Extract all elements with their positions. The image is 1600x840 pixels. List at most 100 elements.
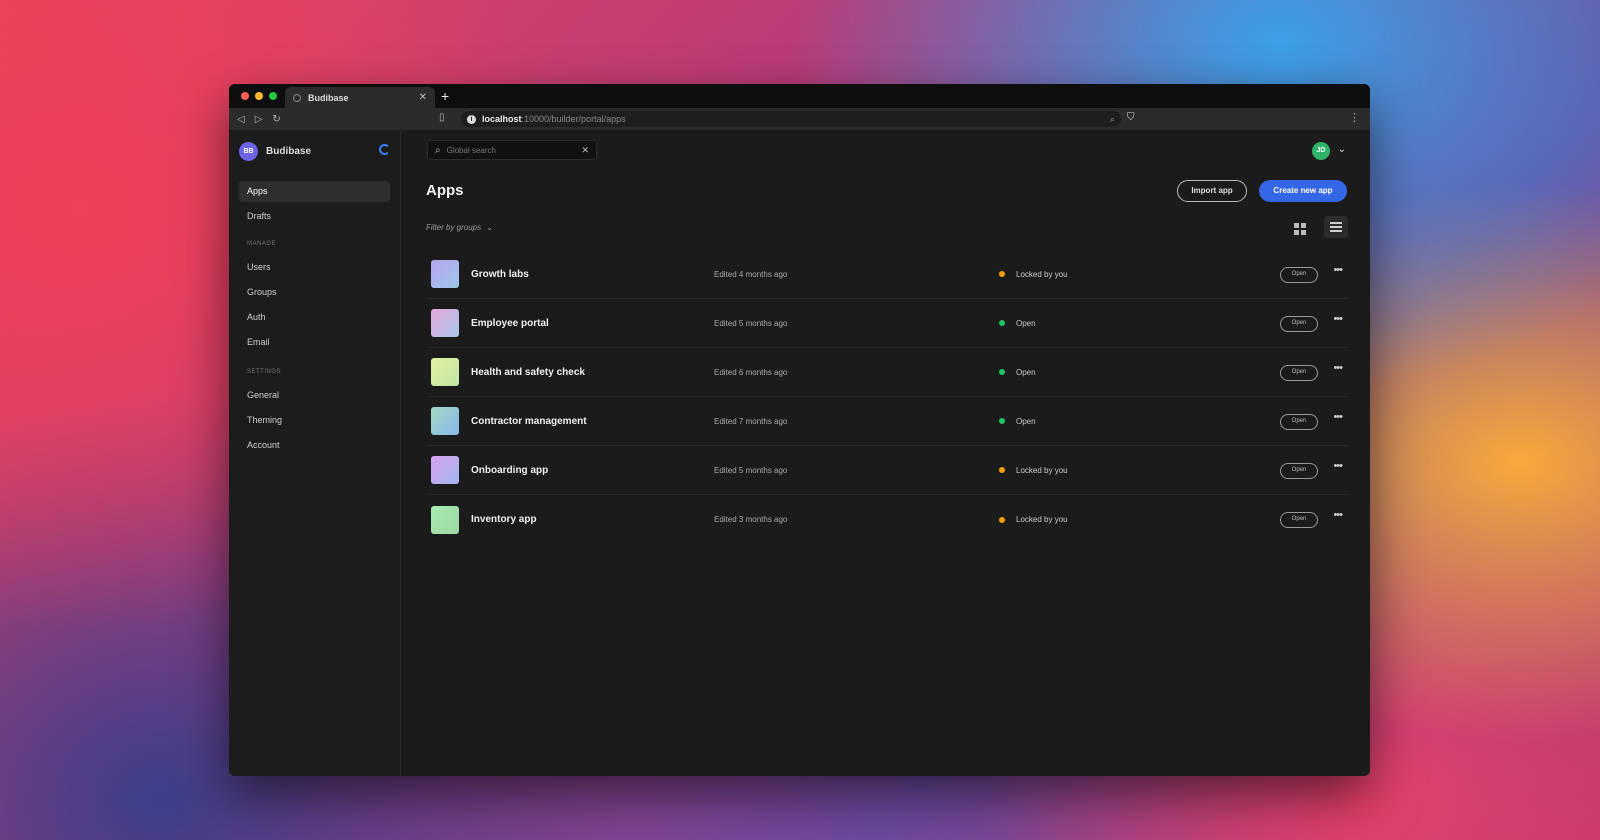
global-search: ⌕ ✕ bbox=[427, 140, 597, 160]
status-dot-icon bbox=[999, 320, 1005, 326]
budibase-app: BB Budibase Apps Drafts MANAGE Users Gro… bbox=[229, 130, 1370, 776]
minimize-window-button[interactable] bbox=[255, 92, 263, 100]
sidebar-item-email[interactable]: Email bbox=[239, 332, 390, 353]
app-edited-time: Edited 4 months ago bbox=[714, 269, 788, 279]
chevron-down-icon[interactable]: ⌄ bbox=[1338, 144, 1346, 155]
app-name[interactable]: Onboarding app bbox=[471, 465, 714, 476]
browser-tab[interactable]: Budibase ✕ bbox=[285, 87, 435, 108]
more-options-icon[interactable]: ••• bbox=[1333, 264, 1343, 276]
status-dot-icon bbox=[999, 516, 1005, 523]
section-label-settings: SETTINGS bbox=[247, 369, 282, 375]
open-app-button[interactable]: Open bbox=[1280, 316, 1318, 332]
app-name[interactable]: Health and safety check bbox=[471, 367, 714, 378]
sidebar-item-general[interactable]: General bbox=[239, 385, 390, 406]
app-status: Open bbox=[1016, 367, 1036, 377]
favicon-icon bbox=[293, 93, 301, 102]
more-options-icon[interactable]: ••• bbox=[1333, 411, 1343, 423]
close-tab-icon[interactable]: ✕ bbox=[419, 92, 427, 103]
app-edited-time: Edited 3 months ago bbox=[714, 515, 788, 524]
clear-search-icon[interactable]: ✕ bbox=[581, 145, 589, 156]
chevron-down-icon: ⌄ bbox=[486, 223, 493, 232]
site-info-icon[interactable]: i bbox=[467, 114, 476, 124]
app-name[interactable]: Growth labs bbox=[471, 269, 714, 280]
browser-toolbar: ◁ ▷ ↻ ▯ i localhost :10000/builder/porta… bbox=[229, 108, 1370, 130]
more-options-icon[interactable]: ••• bbox=[1333, 362, 1343, 374]
app-status: Open bbox=[1016, 416, 1036, 426]
open-app-button[interactable]: Open bbox=[1280, 512, 1318, 528]
tab-strip: Budibase ✕ + bbox=[229, 84, 1370, 108]
back-icon[interactable]: ◁ bbox=[237, 114, 245, 125]
address-bar[interactable]: i localhost :10000/builder/portal/apps ⌕ bbox=[461, 111, 1121, 127]
url-path: :10000/builder/portal/apps bbox=[521, 114, 626, 124]
app-row[interactable]: Onboarding app Edited 5 months ago Locked … bbox=[426, 446, 1348, 495]
app-status: Locked by you bbox=[1016, 465, 1068, 475]
app-thumbnail bbox=[431, 407, 459, 435]
app-thumbnail bbox=[431, 260, 459, 288]
app-name[interactable]: Inventory app bbox=[471, 514, 714, 525]
tab-title: Budibase bbox=[308, 92, 349, 103]
sidebar-item-theming[interactable]: Theming bbox=[239, 410, 390, 431]
app-name[interactable]: Employee portal bbox=[471, 318, 714, 329]
search-input[interactable] bbox=[446, 145, 582, 155]
bookmark-icon[interactable]: ▯ bbox=[439, 112, 445, 123]
filter-by-groups-dropdown[interactable]: Filter by groups ⌄ bbox=[426, 223, 493, 232]
section-label-manage: MANAGE bbox=[247, 241, 277, 247]
brand-avatar: BB bbox=[239, 142, 258, 161]
browser-window: Budibase ✕ + ◁ ▷ ↻ ▯ i localhost :10000/… bbox=[229, 84, 1370, 776]
status-dot-icon bbox=[999, 418, 1005, 424]
sidebar-item-account[interactable]: Account bbox=[239, 435, 390, 456]
open-app-button[interactable]: Open bbox=[1280, 267, 1318, 283]
app-name[interactable]: Contractor management bbox=[471, 416, 714, 427]
url-host: localhost bbox=[482, 114, 522, 124]
zoom-icon[interactable]: ⌕ bbox=[1110, 114, 1115, 125]
app-edited-time: Edited 5 months ago bbox=[714, 465, 788, 475]
user-avatar[interactable]: JD bbox=[1312, 142, 1330, 160]
search-icon: ⌕ bbox=[435, 144, 441, 156]
more-options-icon[interactable]: ••• bbox=[1333, 460, 1343, 472]
forward-icon[interactable]: ▷ bbox=[255, 114, 263, 125]
main-content: ⌕ ✕ JD ⌄ Apps Import app Create new app … bbox=[401, 130, 1370, 776]
app-row[interactable]: Growth labs Edited 4 months ago Locked by … bbox=[426, 250, 1348, 299]
app-row[interactable]: Contractor management Edited 7 months ago… bbox=[426, 397, 1348, 446]
app-edited-time: Edited 7 months ago bbox=[714, 416, 788, 426]
app-status: Locked by you bbox=[1016, 269, 1068, 279]
page-title: Apps bbox=[426, 182, 464, 199]
sidebar-item-auth[interactable]: Auth bbox=[239, 307, 390, 328]
app-row[interactable]: Health and safety check Edited 6 months a… bbox=[426, 348, 1348, 397]
app-thumbnail bbox=[431, 456, 459, 484]
grid-view-icon[interactable] bbox=[1291, 220, 1307, 236]
import-app-button[interactable]: Import app bbox=[1177, 180, 1247, 202]
workspace-brand[interactable]: BB Budibase bbox=[239, 142, 390, 161]
loading-spinner-icon bbox=[379, 144, 390, 155]
open-app-button[interactable]: Open bbox=[1280, 365, 1318, 381]
list-view-icon[interactable] bbox=[1324, 216, 1348, 238]
app-thumbnail bbox=[431, 505, 459, 534]
sidebar-item-groups[interactable]: Groups bbox=[239, 282, 390, 303]
sidebar-item-apps[interactable]: Apps bbox=[239, 181, 390, 202]
brand-name: Budibase bbox=[266, 146, 312, 157]
app-status: Locked by you bbox=[1016, 515, 1068, 524]
status-dot-icon bbox=[999, 369, 1005, 375]
maximize-window-button[interactable] bbox=[269, 92, 277, 100]
app-row[interactable]: Inventory app Edited 3 months ago Locked b… bbox=[426, 495, 1348, 544]
open-app-button[interactable]: Open bbox=[1280, 414, 1318, 430]
filter-label: Filter by groups bbox=[426, 223, 482, 232]
app-thumbnail bbox=[431, 309, 459, 337]
shield-icon[interactable]: ⛉ bbox=[1127, 112, 1135, 123]
sidebar-item-drafts[interactable]: Drafts bbox=[239, 206, 390, 227]
new-tab-icon[interactable]: + bbox=[441, 88, 449, 104]
app-status: Open bbox=[1016, 318, 1036, 328]
sidebar: BB Budibase Apps Drafts MANAGE Users Gro… bbox=[229, 130, 401, 776]
create-new-app-button[interactable]: Create new app bbox=[1259, 180, 1347, 202]
app-edited-time: Edited 6 months ago bbox=[714, 367, 788, 377]
more-options-icon[interactable]: ••• bbox=[1333, 313, 1343, 325]
sidebar-item-users[interactable]: Users bbox=[239, 257, 390, 278]
window-controls bbox=[241, 92, 277, 100]
status-dot-icon bbox=[999, 271, 1005, 277]
app-row[interactable]: Employee portal Edited 5 months ago Open Op… bbox=[426, 299, 1348, 348]
more-options-icon[interactable]: ••• bbox=[1333, 509, 1343, 521]
reload-icon[interactable]: ↻ bbox=[272, 114, 280, 125]
open-app-button[interactable]: Open bbox=[1280, 463, 1318, 479]
close-window-button[interactable] bbox=[241, 92, 249, 100]
browser-menu-icon[interactable]: ⋮ bbox=[1349, 111, 1360, 124]
